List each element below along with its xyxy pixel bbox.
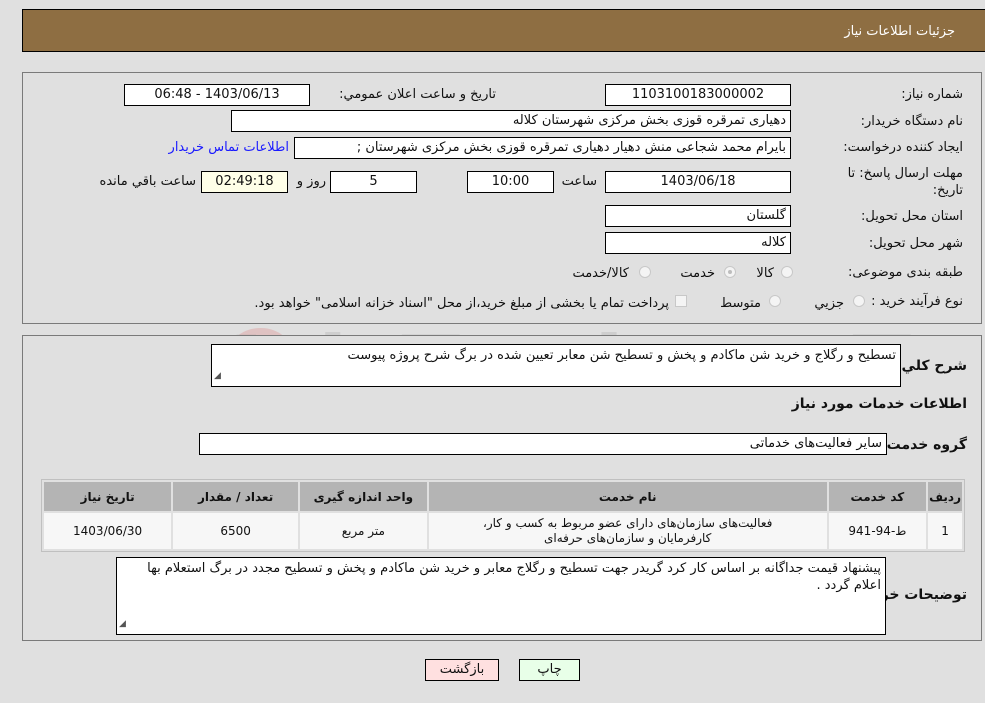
cell-service-name: فعالیت‌های سازمان‌های دارای عضو مربوط به… xyxy=(428,513,827,549)
description-textarea[interactable]: تسطیح و رگلاج و خرید شن ماکادم و پخش و ت… xyxy=(211,344,901,387)
remaining-time-label: ساعت باقي مانده xyxy=(99,174,196,189)
col-header-row-number: ردیف xyxy=(928,482,962,511)
cell-unit: متر مربع xyxy=(299,513,427,549)
treasury-payment-note: پرداخت تمام یا بخشی از مبلغ خرید،از محل … xyxy=(254,296,669,311)
category-radio-goods-service[interactable] xyxy=(639,266,651,278)
services-table: ردیف کد خدمت نام خدمت واحد اندازه گیری ت… xyxy=(41,479,965,552)
page-title: جزئیات اطلاعات نیاز xyxy=(844,24,955,39)
back-button[interactable]: بازگشت xyxy=(425,659,499,681)
cell-need-date: 1403/06/30 xyxy=(44,513,172,549)
category-label: طبقه بندی موضوعی: xyxy=(847,265,963,280)
table-row: 1 ط-94-941 فعالیت‌های سازمان‌های دارای ع… xyxy=(44,513,962,549)
deadline-time-field: 10:00 xyxy=(467,171,554,193)
category-option-goods: کالا xyxy=(756,266,774,281)
province-field: گلستان xyxy=(605,205,791,227)
city-label: شهر محل تحویل: xyxy=(868,236,963,251)
category-option-goods-service: کالا/خدمت xyxy=(572,266,629,281)
col-header-unit: واحد اندازه گیری xyxy=(299,482,427,511)
process-radio-minor[interactable] xyxy=(853,295,865,307)
buyer-org-label: نام دستگاه خریدار: xyxy=(860,114,963,129)
need-details-panel: شرح كلي نياز: تسطیح و رگلاج و خرید شن ما… xyxy=(22,335,982,641)
description-text: تسطیح و رگلاج و خرید شن ماکادم و پخش و ت… xyxy=(347,348,896,363)
category-radio-service[interactable] xyxy=(724,266,736,278)
need-number-field: 1103100183000002 xyxy=(605,84,791,106)
service-group-label: گروه خدمت: xyxy=(881,437,967,453)
category-radio-goods[interactable] xyxy=(781,266,793,278)
buyer-notes-text: پیشنهاد قیمت جداگانه بر اساس کار کرد گری… xyxy=(147,561,881,593)
deadline-time-label: ساعت xyxy=(561,174,597,189)
col-header-need-date: تاریخ نیاز xyxy=(44,482,172,511)
buyer-org-field: دهیاری تمرقره قوزی بخش مرکزی شهرستان کلا… xyxy=(231,110,791,132)
cell-row-number: 1 xyxy=(928,513,962,549)
creator-label: ایجاد کننده درخواست: xyxy=(843,140,963,155)
announce-datetime-field: 1403/06/13 - 06:48 xyxy=(124,84,310,106)
services-heading: اطلاعات خدمات مورد نياز xyxy=(791,396,967,412)
buyer-notes-textarea[interactable]: پیشنهاد قیمت جداگانه بر اساس کار کرد گری… xyxy=(116,557,886,635)
creator-field: بایرام محمد شجاعی منش دهیار دهیاری تمرقر… xyxy=(294,137,791,159)
deadline-label: مهلت ارسال پاسخ: تا تاریخ: xyxy=(847,166,963,198)
page-header: جزئیات اطلاعات نیاز xyxy=(22,9,985,52)
cell-service-code: ط-94-941 xyxy=(828,513,927,549)
resize-grip-icon[interactable]: ◢ xyxy=(119,616,126,633)
treasury-payment-checkbox[interactable] xyxy=(675,295,687,307)
province-label: استان محل تحویل: xyxy=(861,209,963,224)
announce-label: تاریخ و ساعت اعلان عمومي: xyxy=(339,87,496,102)
need-info-panel: AriaTender.neT شماره نیاز: 1103100183000… xyxy=(22,72,982,419)
city-field: کلاله xyxy=(605,232,791,254)
buyer-contact-link[interactable]: اطلاعات تماس خریدار xyxy=(169,140,289,155)
category-option-service: خدمت xyxy=(680,266,715,281)
process-radio-medium[interactable] xyxy=(769,295,781,307)
remaining-time-field: 02:49:18 xyxy=(201,171,288,193)
col-header-service-name: نام خدمت xyxy=(428,482,827,511)
service-group-field: سایر فعالیت‌های خدماتی xyxy=(199,433,887,455)
process-type-label: نوع فرآیند خرید : xyxy=(871,294,963,309)
process-option-medium: متوسط xyxy=(720,296,761,311)
col-header-quantity: تعداد / مقدار xyxy=(173,482,298,511)
col-header-service-code: کد خدمت xyxy=(828,482,927,511)
resize-grip-icon[interactable]: ◢ xyxy=(214,368,221,385)
table-header-row: ردیف کد خدمت نام خدمت واحد اندازه گیری ت… xyxy=(44,482,962,511)
days-remaining-field: 5 xyxy=(330,171,417,193)
deadline-date-field: 1403/06/18 xyxy=(605,171,791,193)
days-label: روز و xyxy=(296,174,326,189)
cell-quantity: 6500 xyxy=(173,513,298,549)
process-option-minor: جزيي xyxy=(814,296,844,311)
print-button[interactable]: چاپ xyxy=(519,659,580,681)
need-number-label: شماره نیاز: xyxy=(901,87,963,102)
